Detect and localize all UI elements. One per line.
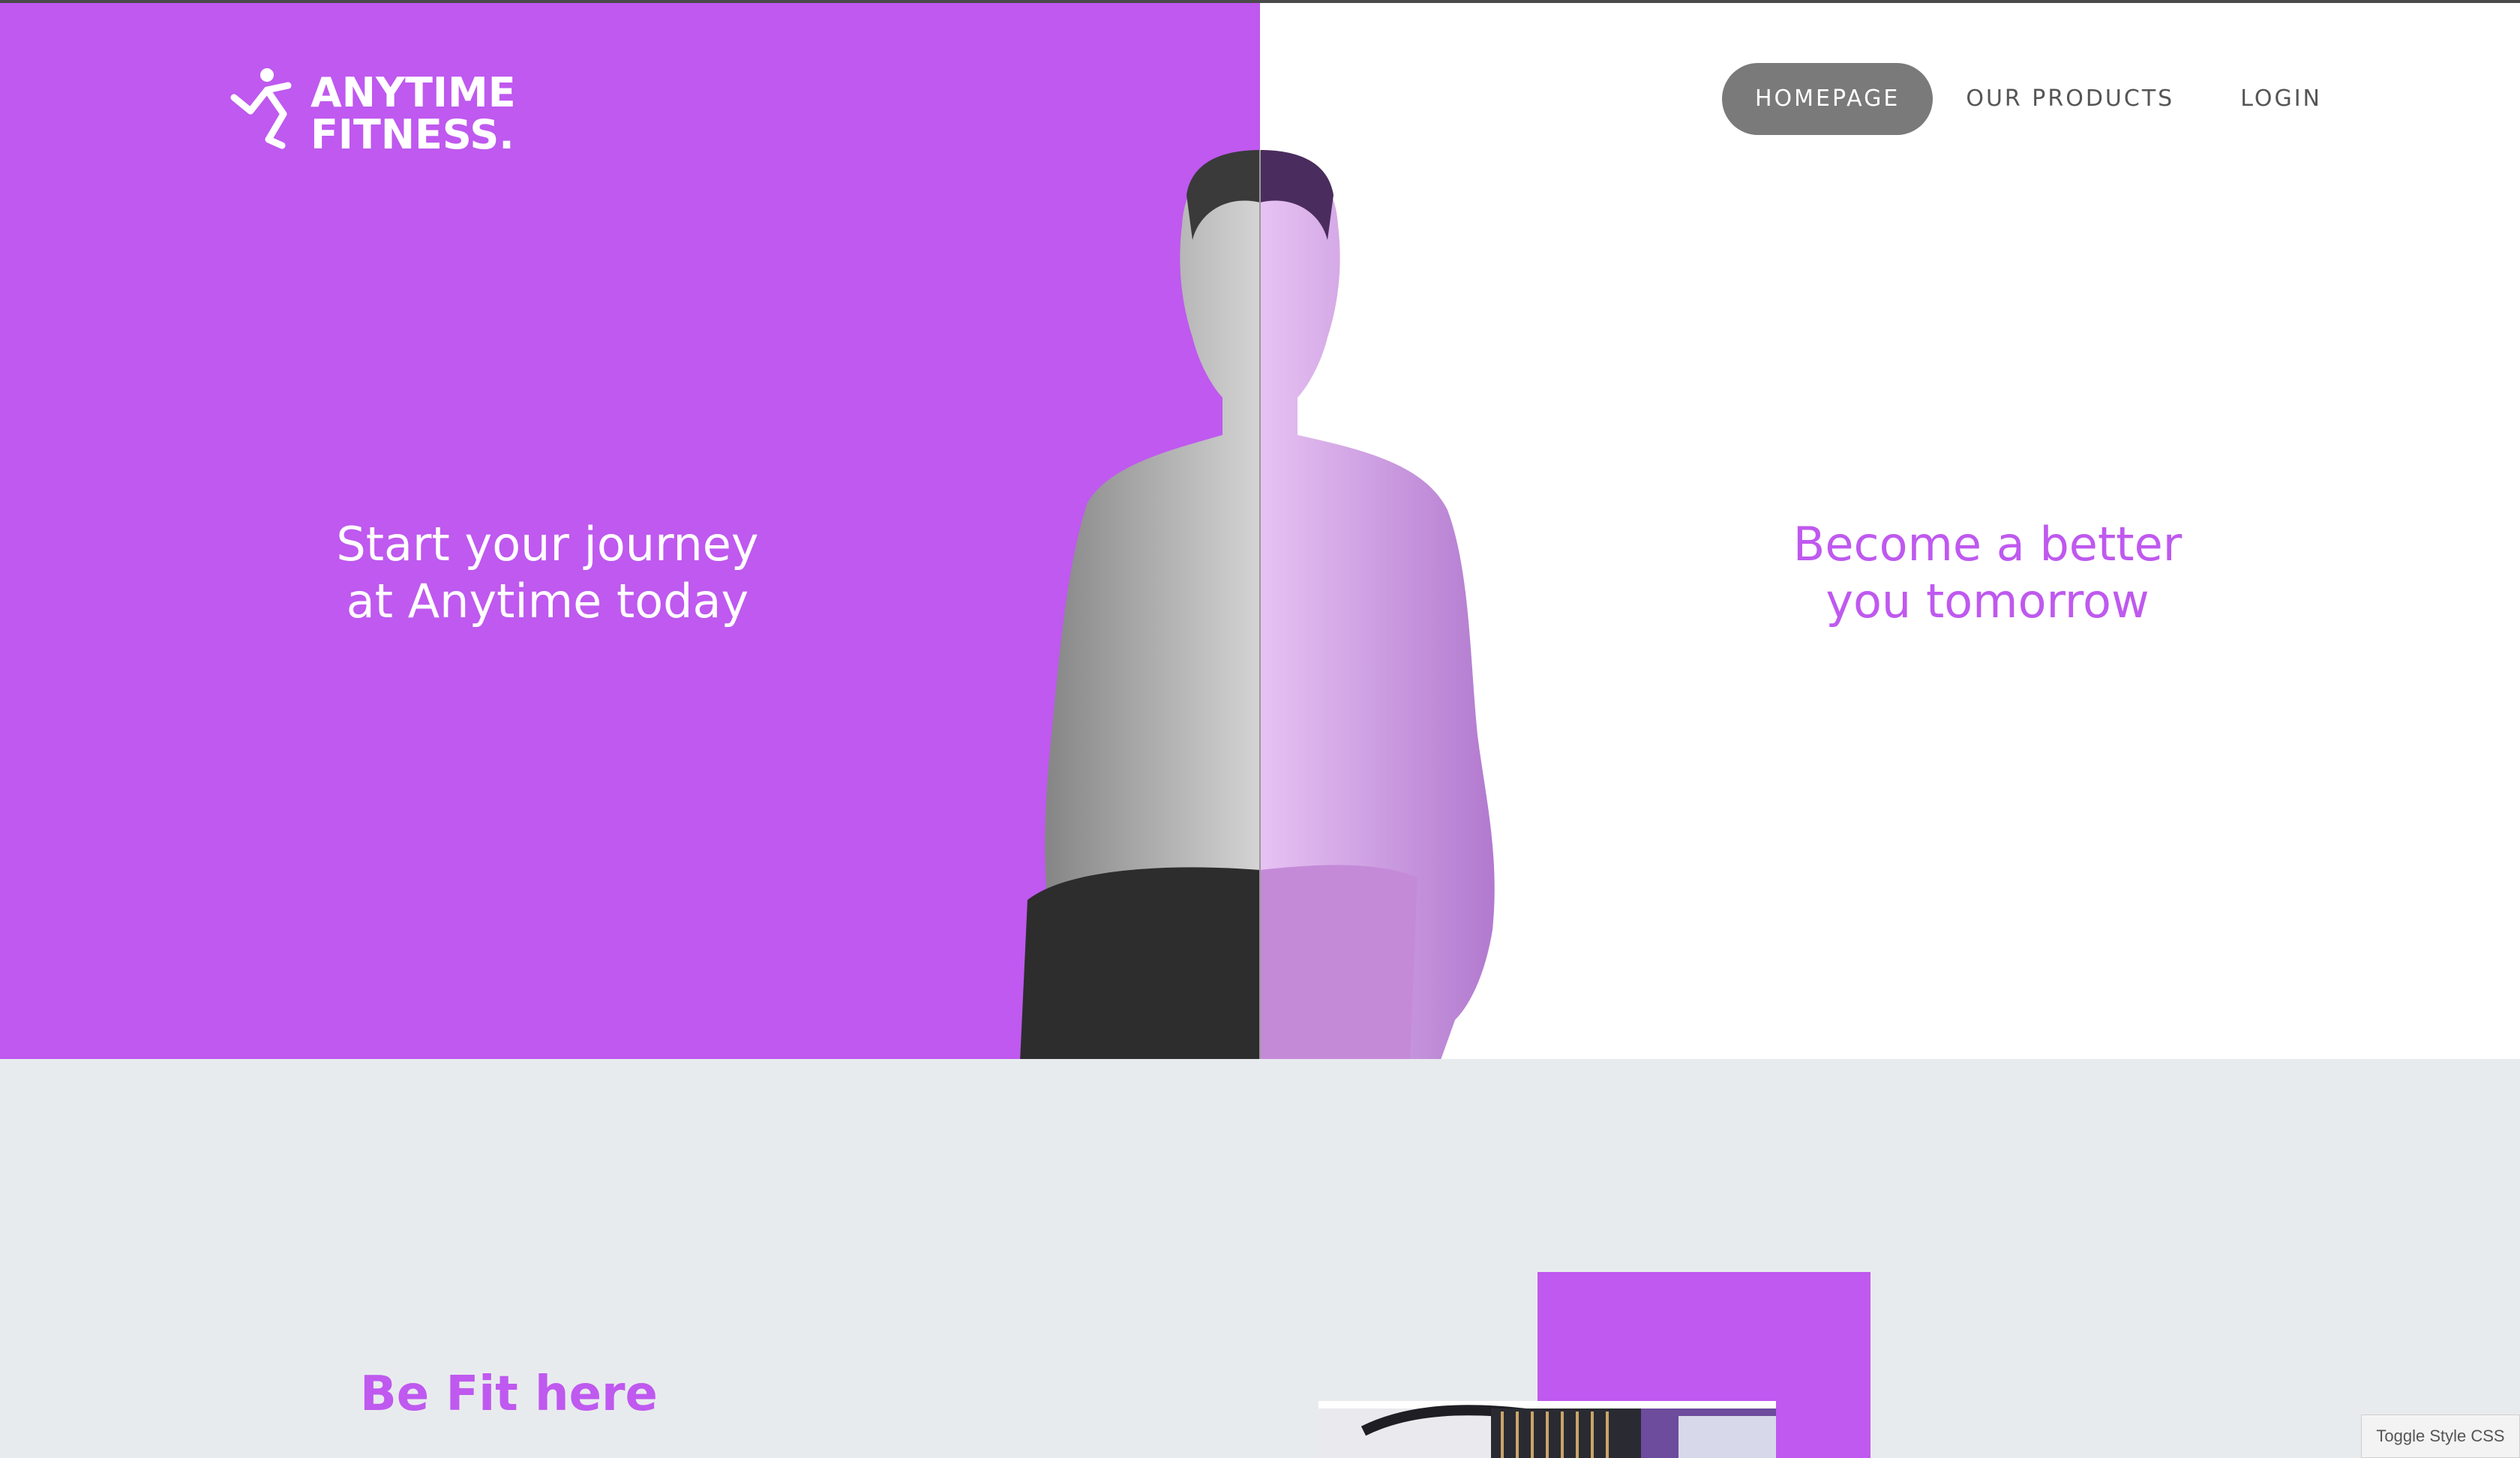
section-title: Be Fit here xyxy=(360,1366,658,1422)
nav-login[interactable]: LOGIN xyxy=(2207,63,2355,135)
main-nav: HOMEPAGE OUR PRODUCTS LOGIN xyxy=(1721,63,2355,135)
hero-tagline-left-line1: Start your journey xyxy=(336,517,759,572)
toggle-style-css-button[interactable]: Toggle Style CSS xyxy=(2361,1414,2520,1458)
nav-our-products[interactable]: OUR PRODUCTS xyxy=(1933,63,2207,135)
svg-text:FITNESS.: FITNESS. xyxy=(310,111,514,154)
hero-tagline-right-line1: Become a better xyxy=(1792,517,2182,572)
be-fit-section: Be Fit here xyxy=(0,1059,2520,1458)
hero-tagline-right-line2: you tomorrow xyxy=(1826,574,2150,628)
nav-homepage[interactable]: HOMEPAGE xyxy=(1721,63,1934,135)
svg-text:ANYTIME: ANYTIME xyxy=(310,69,516,116)
hero-section: ANYTIME FITNESS. HOMEPAGE OUR PRODUCTS L… xyxy=(0,3,2520,1062)
before-after-figure-image xyxy=(975,150,1530,1062)
hero-tagline-left: Start your journey at Anytime today xyxy=(285,516,810,630)
running-man-logo-icon: ANYTIME FITNESS. xyxy=(230,68,516,158)
brand-logo[interactable]: ANYTIME FITNESS. xyxy=(230,64,604,158)
gym-interior-image xyxy=(1318,1401,1776,1458)
hero-tagline-right: Become a better you tomorrow xyxy=(1725,516,2250,630)
hero-tagline-left-line2: at Anytime today xyxy=(346,574,749,628)
